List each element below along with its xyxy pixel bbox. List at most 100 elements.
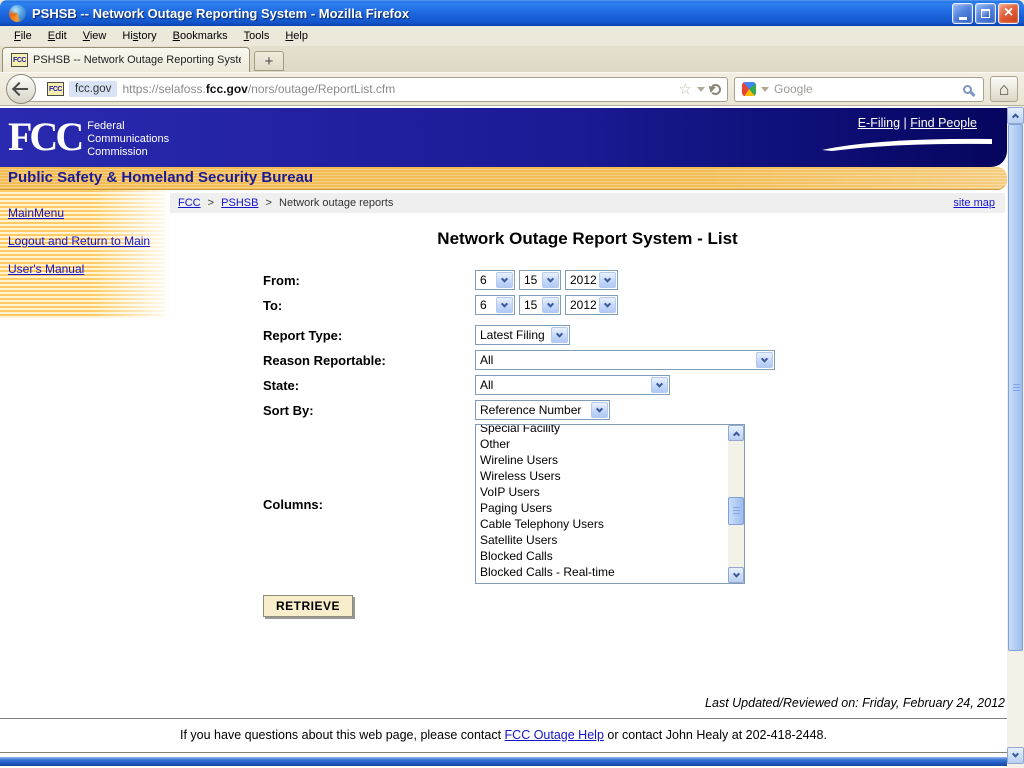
search-engine-dropdown-icon[interactable]	[761, 87, 769, 92]
state-select[interactable]: All	[475, 375, 670, 395]
list-item[interactable]: Other	[477, 436, 727, 452]
scroll-thumb[interactable]	[1008, 124, 1023, 651]
search-placeholder[interactable]: Google	[774, 82, 958, 96]
list-item[interactable]: Special Facility	[477, 424, 727, 436]
menu-history[interactable]: History	[114, 28, 164, 44]
list-item[interactable]: Blocked Calls - Real-time	[477, 564, 727, 580]
url-bar[interactable]: FCC fcc.gov https://selafoss.fcc.gov/nor…	[28, 77, 728, 102]
report-type-label: Report Type:	[263, 328, 475, 343]
state-label: State:	[263, 378, 475, 393]
menu-file[interactable]: File	[6, 28, 40, 44]
chevron-down-icon	[551, 327, 568, 343]
url-text[interactable]: https://selafoss.fcc.gov/nors/outage/Rep…	[122, 82, 673, 96]
minimize-button[interactable]	[952, 3, 973, 24]
urlbar-dropdown-icon[interactable]	[697, 87, 705, 92]
from-day-select[interactable]: 15	[519, 270, 561, 290]
sidebar-main-menu-link[interactable]: MainMenu	[8, 206, 156, 221]
chevron-down-icon	[542, 297, 559, 313]
fcc-logo: FCC Federal Communications Commission	[8, 112, 169, 162]
restore-button[interactable]	[975, 3, 996, 24]
google-icon[interactable]	[742, 82, 756, 96]
chevron-down-icon	[599, 297, 616, 313]
back-button[interactable]	[6, 74, 36, 104]
tab-active[interactable]: FCC PSHSB -- Network Outage Reporting Sy…	[2, 47, 250, 72]
reload-icon[interactable]	[710, 84, 721, 95]
fcc-favicon: FCC	[11, 53, 28, 67]
fcc-favicon: FCC	[47, 82, 64, 96]
list-item[interactable]: Wireline Users	[477, 452, 727, 468]
sidebar: MainMenu Logout and Return to Main User'…	[0, 190, 166, 318]
list-item[interactable]: Satellite Users	[477, 532, 727, 548]
chevron-down-icon	[756, 352, 773, 368]
scroll-thumb[interactable]	[728, 497, 744, 525]
home-button[interactable]	[990, 76, 1018, 102]
fcc-outage-help-link[interactable]: FCC Outage Help	[505, 728, 604, 742]
retrieve-button[interactable]: RETRIEVE	[263, 595, 353, 617]
sort-by-select[interactable]: Reference Number	[475, 400, 610, 420]
sidebar-logout-link[interactable]: Logout and Return to Main	[8, 234, 156, 249]
fcc-org-name: Federal Communications Commission	[87, 120, 169, 159]
chevron-down-icon	[591, 402, 608, 418]
reason-reportable-select[interactable]: All	[475, 350, 775, 370]
close-button[interactable]	[998, 3, 1019, 24]
to-year-select[interactable]: 2012	[565, 295, 618, 315]
web-page: FCC Federal Communications Commission E-…	[0, 106, 1007, 768]
report-type-select[interactable]: Latest Filing	[475, 325, 570, 345]
columns-label: Columns:	[263, 497, 475, 512]
header-swoosh-decoration	[822, 136, 992, 157]
firefox-icon	[9, 5, 26, 22]
fcc-site-header: FCC Federal Communications Commission E-…	[0, 108, 1007, 167]
last-updated-text: Last Updated/Reviewed on: Friday, Februa…	[0, 696, 1005, 710]
menu-tools[interactable]: Tools	[236, 28, 278, 44]
divider	[0, 752, 1007, 753]
list-item[interactable]: Paging Users	[477, 500, 727, 516]
search-magnifier-icon[interactable]	[963, 85, 972, 94]
scroll-down-button[interactable]	[728, 567, 744, 583]
columns-options: Special FacilityOtherWireline UsersWirel…	[477, 424, 727, 584]
chevron-down-icon	[599, 272, 616, 288]
breadcrumb-pshsb-link[interactable]: PSHSB	[221, 197, 258, 209]
back-arrow-icon	[15, 88, 28, 91]
window-title: PSHSB -- Network Outage Reporting System…	[30, 6, 952, 21]
find-people-link[interactable]: Find People	[910, 116, 977, 130]
bookmark-star-icon[interactable]	[679, 82, 692, 97]
menu-edit[interactable]: Edit	[40, 28, 75, 44]
to-day-select[interactable]: 15	[519, 295, 561, 315]
list-item[interactable]: Cable Telephony Users	[477, 516, 727, 532]
browser-window: PSHSB -- Network Outage Reporting System…	[0, 0, 1024, 768]
search-box[interactable]: Google	[734, 77, 984, 102]
listbox-scrollbar[interactable]	[728, 425, 744, 583]
columns-multiselect[interactable]: Special FacilityOtherWireline UsersWirel…	[475, 424, 745, 584]
menu-help[interactable]: Help	[277, 28, 316, 44]
from-year-select[interactable]: 2012	[565, 270, 618, 290]
list-item[interactable]: Blocked Calls - Historic	[477, 580, 727, 584]
new-tab-button[interactable]: +	[254, 51, 284, 71]
breadcrumb-fcc-link[interactable]: FCC	[178, 197, 201, 209]
breadcrumb: FCC > PSHSB > Network outage reports sit…	[170, 193, 1005, 213]
report-filter-form: From: 6 15 2012 To: 6 15 2012 Report Typ…	[263, 269, 1005, 617]
tab-strip: FCC PSHSB -- Network Outage Reporting Sy…	[0, 46, 1024, 72]
menu-bookmarks[interactable]: Bookmarks	[165, 28, 236, 44]
to-month-select[interactable]: 6	[475, 295, 515, 315]
list-item[interactable]: Blocked Calls	[477, 548, 727, 564]
window-titlebar[interactable]: PSHSB -- Network Outage Reporting System…	[0, 0, 1024, 26]
sidebar-users-manual-link[interactable]: User's Manual	[8, 262, 156, 277]
site-identity-chip[interactable]: fcc.gov	[69, 81, 117, 97]
efiling-link[interactable]: E-Filing	[858, 116, 900, 130]
menu-view[interactable]: View	[75, 28, 115, 44]
vertical-scrollbar[interactable]	[1007, 106, 1024, 768]
list-item[interactable]: VoIP Users	[477, 484, 727, 500]
page-footer: If you have questions about this web pag…	[0, 728, 1007, 742]
sort-by-label: Sort By:	[263, 403, 475, 418]
list-item[interactable]: Wireless Users	[477, 468, 727, 484]
scroll-up-button[interactable]	[1007, 107, 1024, 124]
main-content: Network Outage Report System - List From…	[170, 213, 1005, 617]
navigation-toolbar: FCC fcc.gov https://selafoss.fcc.gov/nor…	[0, 72, 1024, 106]
scroll-up-button[interactable]	[728, 425, 744, 441]
window-bottom-edge	[0, 757, 1007, 766]
site-map-link[interactable]: site map	[953, 197, 995, 209]
tab-title: PSHSB -- Network Outage Reporting System	[33, 54, 241, 66]
from-month-select[interactable]: 6	[475, 270, 515, 290]
scroll-down-button[interactable]	[1007, 747, 1024, 764]
reason-reportable-label: Reason Reportable:	[263, 353, 475, 368]
